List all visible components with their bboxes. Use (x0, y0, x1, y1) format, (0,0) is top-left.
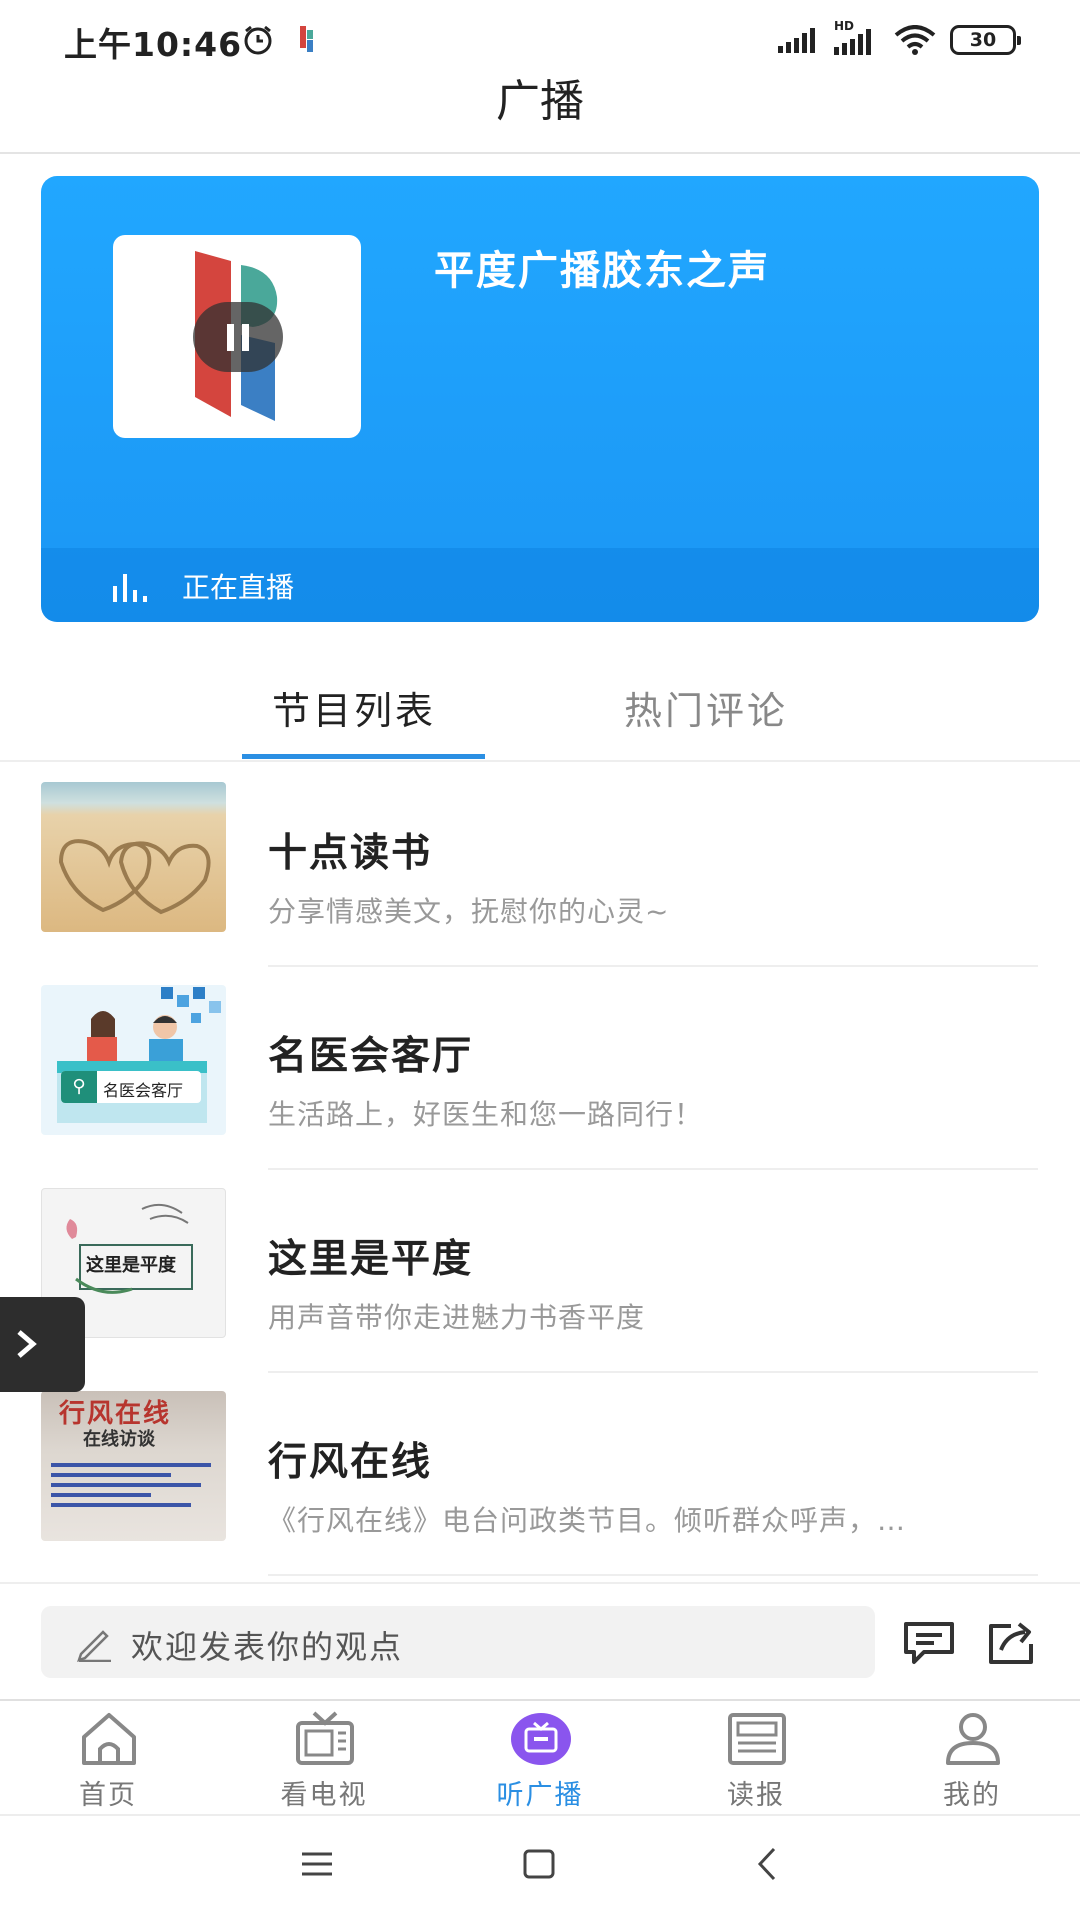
page-header: 广播 (0, 80, 1080, 154)
nav-label: 首页 (79, 1780, 137, 1811)
pause-button[interactable] (193, 302, 283, 372)
program-title: 这里是平度 (268, 1237, 474, 1282)
nav-radio[interactable]: 听广播 (432, 1701, 648, 1816)
comment-input[interactable]: 欢迎发表你的观点 (41, 1606, 875, 1678)
alarm-icon (244, 25, 272, 55)
tab-hot-comments[interactable]: 热门评论 (624, 680, 788, 735)
now-playing-banner[interactable]: 平度广播胶东之声 正在直播 (41, 176, 1039, 622)
program-description: 《行风在线》电台问政类节目。倾听群众呼声，… (268, 1504, 907, 1537)
newspaper-icon (728, 1713, 786, 1765)
share-icon[interactable] (985, 1618, 1037, 1666)
nav-tv[interactable]: 看电视 (216, 1701, 432, 1816)
status-right: HD 30 (778, 19, 1021, 58)
page-title: 广播 (496, 76, 584, 127)
tab-program-list[interactable]: 节目列表 (272, 680, 436, 735)
side-expand-button[interactable] (0, 1297, 85, 1392)
list-item[interactable]: 这里是平度 这里是平度 用声音带你走进魅力书香平度 (0, 1170, 1080, 1373)
search-icon: ⚲ (61, 1071, 97, 1103)
program-description: 生活路上，好医生和您一路同行！ (268, 1098, 704, 1131)
thumb-text-lines (51, 1457, 216, 1513)
list-item[interactable]: ⚲ 名医会客厅 名医会客厅 生活路上，好医生和您一路同行！ (0, 967, 1080, 1170)
wifi-icon (894, 25, 936, 55)
nav-label: 听广播 (496, 1780, 584, 1811)
status-bar: 上午10:46 HD 30 (0, 0, 1080, 80)
nav-profile[interactable]: 我的 (864, 1701, 1080, 1816)
station-logo (113, 235, 361, 438)
nav-label: 看电视 (280, 1780, 368, 1811)
nav-label: 我的 (943, 1780, 1001, 1811)
program-list: 十点读书 分享情感美文，抚慰你的心灵~ ⚲ 名医会客厅 名医会客厅 生活路上，好… (0, 764, 1080, 1576)
nav-label: 读报 (727, 1780, 785, 1811)
nav-newspaper[interactable]: 读报 (648, 1701, 864, 1816)
pencil-icon (77, 1630, 111, 1662)
program-thumbnail: 行风在线 在线访谈 (41, 1391, 226, 1541)
back-icon[interactable] (756, 1846, 778, 1882)
thumb-label-box: ⚲ 名医会客厅 (61, 1071, 201, 1103)
program-tabs: 节目列表 热门评论 (0, 640, 1080, 762)
menu-icon[interactable] (300, 1850, 334, 1878)
hd-signal-icon: HD (834, 19, 880, 55)
home-icon (82, 1713, 136, 1765)
program-thumbnail (41, 782, 226, 932)
program-description: 用声音带你走进魅力书香平度 (268, 1301, 646, 1334)
live-equalizer-icon (113, 574, 147, 602)
user-icon (946, 1713, 1000, 1765)
list-item[interactable]: 行风在线 在线访谈 行风在线 《行风在线》电台问政类节目。倾听群众呼声，… (0, 1373, 1080, 1576)
program-title: 行风在线 (268, 1440, 433, 1485)
comment-placeholder: 欢迎发表你的观点 (131, 1628, 404, 1666)
battery-icon: 30 (950, 25, 1021, 55)
active-tab-indicator (242, 754, 485, 759)
live-status-label: 正在直播 (182, 571, 295, 604)
thumb-label: 名医会客厅 (103, 1081, 184, 1100)
program-thumbnail: ⚲ 名医会客厅 (41, 985, 226, 1135)
doctors-illustration (57, 987, 221, 1123)
tv-icon (296, 1711, 354, 1765)
signal-icon (778, 28, 815, 53)
radio-icon (511, 1713, 571, 1765)
hearts-in-sand-image (58, 839, 211, 915)
home-square-icon[interactable] (522, 1848, 556, 1880)
list-item[interactable]: 十点读书 分享情感美文，抚慰你的心灵~ (0, 764, 1080, 967)
program-title: 十点读书 (268, 831, 433, 876)
bottom-nav: 首页 看电视 听广播 读报 我的 (0, 1699, 1080, 1814)
program-description: 分享情感美文，抚慰你的心灵~ (268, 895, 670, 928)
live-status-bar: 正在直播 (41, 548, 1039, 622)
program-title: 名医会客厅 (268, 1034, 474, 1079)
status-time: 上午10:46 (64, 25, 243, 64)
comment-bar: 欢迎发表你的观点 (0, 1582, 1080, 1699)
system-nav-bar (0, 1814, 1080, 1920)
app-icon (300, 26, 313, 52)
nav-home[interactable]: 首页 (0, 1701, 216, 1816)
comment-list-icon[interactable] (902, 1620, 956, 1666)
divider (268, 1574, 1038, 1576)
thumb-sublabel: 在线访谈 (83, 1429, 155, 1450)
chevron-right-icon (17, 1330, 37, 1358)
station-name: 平度广播胶东之声 (434, 248, 770, 294)
thumb-label: 这里是平度 (86, 1255, 176, 1276)
